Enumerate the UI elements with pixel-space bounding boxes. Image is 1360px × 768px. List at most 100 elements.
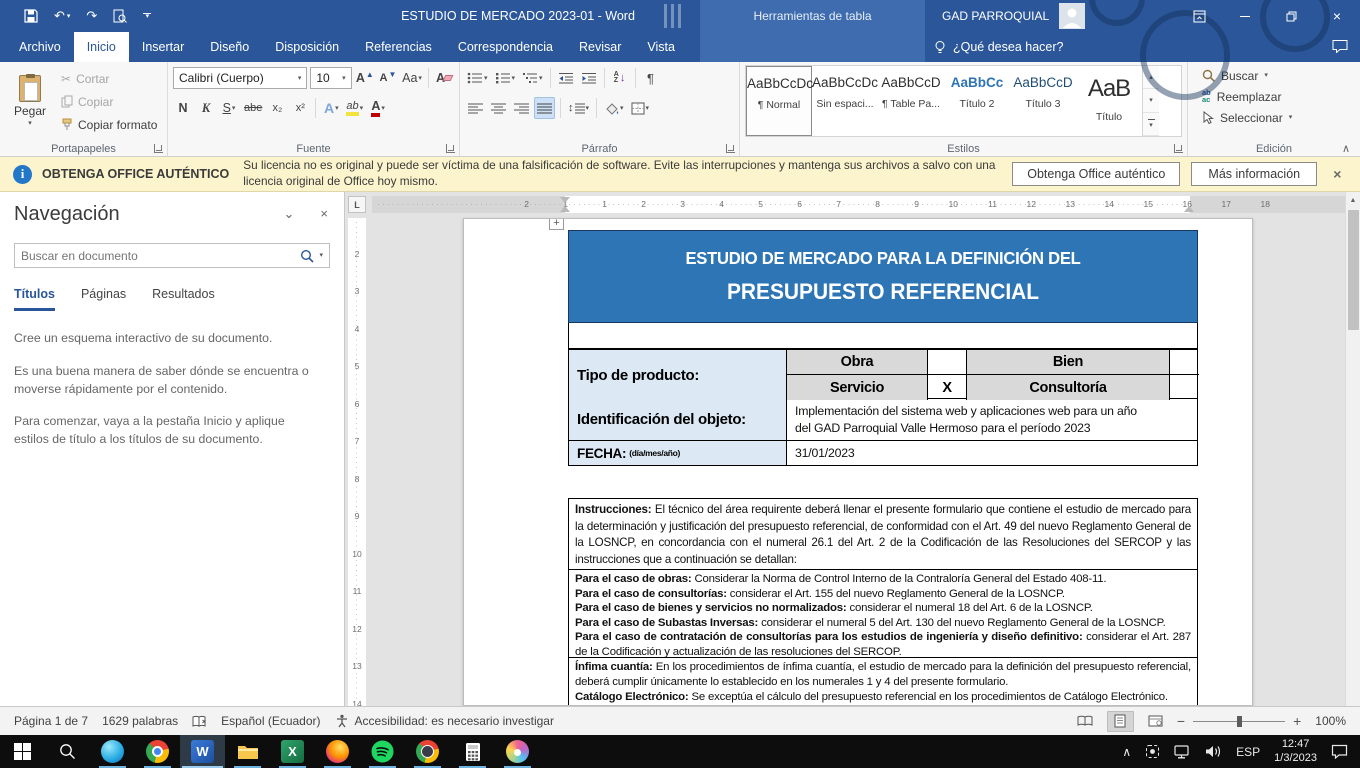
- borders-button[interactable]: ▾: [629, 97, 652, 119]
- case-line[interactable]: Para el caso de contratación de consulto…: [575, 630, 1191, 659]
- font-family-combo[interactable]: Calibri (Cuerpo)▾: [173, 67, 307, 89]
- underline-button[interactable]: S▾: [219, 97, 239, 119]
- snip-tray-icon[interactable]: [1145, 744, 1160, 759]
- tab-referencias[interactable]: Referencias: [352, 32, 445, 62]
- zoom-level[interactable]: 100%: [1315, 714, 1346, 728]
- minimize-button[interactable]: [1222, 0, 1268, 32]
- bien-check-cell[interactable]: [1170, 350, 1199, 375]
- font-dialog-launcher[interactable]: [446, 144, 455, 153]
- style-normal[interactable]: AaBbCcDc¶ Normal: [746, 66, 812, 136]
- date-label-cell[interactable]: FECHA: (día/mes/año): [569, 441, 787, 465]
- collapse-ribbon-icon[interactable]: ∧: [1342, 142, 1350, 155]
- language-indicator[interactable]: ESP: [1236, 745, 1260, 759]
- nav-pane-options-icon[interactable]: ⌄: [284, 206, 295, 222]
- restore-button[interactable]: [1268, 0, 1314, 32]
- select-button[interactable]: Seleccionar▾: [1202, 107, 1355, 128]
- align-right-button[interactable]: [511, 97, 531, 119]
- bullets-button[interactable]: ▾: [465, 67, 490, 89]
- tab-archivo[interactable]: Archivo: [6, 32, 74, 62]
- volume-icon[interactable]: [1205, 745, 1222, 758]
- firefox-icon[interactable]: [315, 735, 360, 768]
- cut-button[interactable]: ✂ Cortar: [61, 67, 162, 90]
- note-line[interactable]: Ínfima cuantía: En los procedimientos de…: [575, 660, 1191, 690]
- nav-pane-close-icon[interactable]: ×: [320, 206, 328, 222]
- tab-revisar[interactable]: Revisar: [566, 32, 634, 62]
- bold-button[interactable]: N: [173, 97, 193, 119]
- paragraph-dialog-launcher[interactable]: [726, 144, 735, 153]
- align-left-button[interactable]: [465, 97, 485, 119]
- zoom-out-icon[interactable]: −: [1177, 713, 1185, 729]
- search-options-caret[interactable]: ▾: [319, 252, 323, 259]
- numbering-button[interactable]: ▾: [493, 67, 518, 89]
- scrollbar-thumb[interactable]: [1348, 210, 1359, 330]
- save-icon[interactable]: [24, 9, 38, 23]
- sort-button[interactable]: AZ ↓: [610, 67, 630, 89]
- tab-correspondencia[interactable]: Correspondencia: [445, 32, 566, 62]
- justify-button[interactable]: [534, 97, 555, 119]
- more-info-button[interactable]: Más información: [1191, 162, 1317, 186]
- multilevel-list-button[interactable]: ▾: [520, 67, 545, 89]
- consultoria-check-cell[interactable]: [1170, 375, 1199, 400]
- nav-tab-resultados[interactable]: Resultados: [152, 287, 215, 311]
- show-paragraph-marks-button[interactable]: ¶: [641, 67, 661, 89]
- account-name[interactable]: GAD PARROQUIAL: [942, 9, 1049, 23]
- font-size-combo[interactable]: 10▾: [310, 67, 351, 89]
- highlight-color-button[interactable]: ab▾: [344, 97, 365, 119]
- tab-disposicion[interactable]: Disposición: [262, 32, 352, 62]
- word-icon[interactable]: W: [180, 735, 225, 768]
- start-button[interactable]: [0, 735, 45, 768]
- clock[interactable]: 12:47 1/3/2023: [1274, 738, 1317, 766]
- accessibility-icon[interactable]: [335, 714, 349, 728]
- feedback-icon[interactable]: [1332, 39, 1348, 53]
- scroll-up-icon[interactable]: ▲: [1346, 192, 1360, 208]
- zoom-slider[interactable]: [1193, 721, 1285, 722]
- customize-qat-icon[interactable]: ▾: [143, 13, 151, 19]
- paint-icon[interactable]: [495, 735, 540, 768]
- case-line[interactable]: Para el caso de obras: Considerar la Nor…: [575, 572, 1191, 587]
- file-explorer-icon[interactable]: [225, 735, 270, 768]
- clipboard-dialog-launcher[interactable]: [154, 144, 163, 153]
- tab-diseno[interactable]: Diseño: [197, 32, 262, 62]
- text-effects-button[interactable]: A▾: [321, 97, 341, 119]
- align-center-button[interactable]: [488, 97, 508, 119]
- word-count[interactable]: 1629 palabras: [102, 714, 178, 728]
- message-close-icon[interactable]: ×: [1333, 166, 1341, 182]
- shrink-font-button[interactable]: A▼: [378, 67, 398, 89]
- nav-tab-paginas[interactable]: Páginas: [81, 287, 126, 311]
- style-sin-espaciado[interactable]: AaBbCcDcSin espaci...: [812, 66, 878, 136]
- print-layout-icon[interactable]: [1107, 711, 1134, 732]
- strikethrough-button[interactable]: abe: [242, 97, 264, 119]
- vertical-scrollbar[interactable]: ▲: [1345, 192, 1360, 706]
- date-value-cell[interactable]: 31/01/2023: [787, 441, 1199, 465]
- tab-vista[interactable]: Vista: [634, 32, 688, 62]
- decrease-indent-button[interactable]: [556, 67, 576, 89]
- change-case-button[interactable]: Aa▾: [401, 67, 423, 89]
- obra-cell[interactable]: Obra: [787, 350, 928, 375]
- network-icon[interactable]: [1174, 745, 1191, 759]
- chrome-icon[interactable]: [135, 735, 180, 768]
- tell-me-box[interactable]: ¿Qué desea hacer?: [934, 32, 1064, 62]
- proofing-icon[interactable]: [192, 715, 207, 728]
- redo-icon[interactable]: ↷: [86, 8, 97, 24]
- calculator-icon[interactable]: [450, 735, 495, 768]
- taskbar-search-button[interactable]: [45, 735, 90, 768]
- right-indent-marker[interactable]: [1184, 206, 1194, 212]
- tab-selector[interactable]: L: [348, 196, 366, 213]
- web-layout-icon[interactable]: [1142, 711, 1169, 732]
- paste-button[interactable]: Pegar ▾: [5, 65, 55, 137]
- hanging-indent-marker[interactable]: [560, 206, 570, 212]
- table-empty-row[interactable]: [568, 323, 1198, 349]
- italic-button[interactable]: K: [196, 97, 216, 119]
- tray-expand-chevron[interactable]: ∧: [1122, 745, 1131, 759]
- styles-more-icon[interactable]: ▾: [1143, 113, 1159, 136]
- nav-tab-titulos[interactable]: Títulos: [14, 287, 55, 311]
- subscript-button[interactable]: x₂: [267, 97, 287, 119]
- first-line-indent-marker[interactable]: [560, 197, 570, 203]
- superscript-button[interactable]: x²: [290, 97, 310, 119]
- undo-icon[interactable]: ↶▾: [54, 8, 70, 24]
- zoom-slider-thumb[interactable]: [1237, 716, 1242, 727]
- bien-cell[interactable]: Bien: [967, 350, 1170, 375]
- edge-icon[interactable]: [90, 735, 135, 768]
- font-color-button[interactable]: A▾: [368, 97, 388, 119]
- accessibility-status[interactable]: Accesibilidad: es necesario investigar: [355, 714, 554, 728]
